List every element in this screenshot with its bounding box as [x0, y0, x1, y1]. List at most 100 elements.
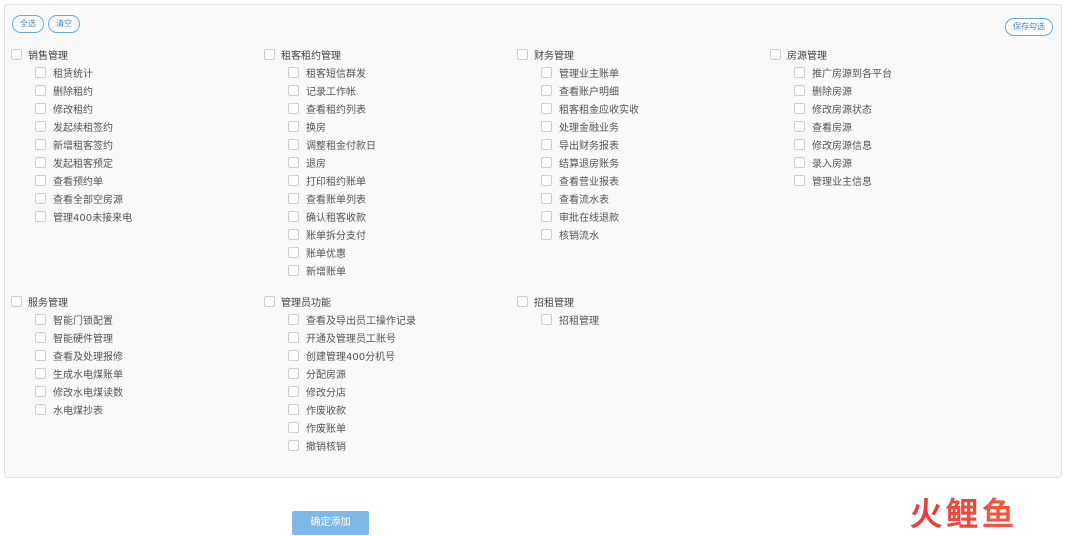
permission-checkbox[interactable]: [288, 192, 299, 204]
permission-item[interactable]: 新增租客签约: [11, 135, 132, 153]
permission-item[interactable]: 查看全部空房源: [11, 189, 132, 207]
permission-checkbox[interactable]: [541, 84, 552, 96]
permission-item[interactable]: 查看预约单: [11, 171, 132, 189]
permission-checkbox[interactable]: [288, 385, 299, 397]
confirm-add-button[interactable]: 确定添加: [292, 511, 369, 535]
permission-item[interactable]: 确认租客收款: [264, 207, 376, 225]
permission-item[interactable]: 录入房源: [770, 153, 892, 171]
permission-checkbox[interactable]: [541, 174, 552, 186]
permission-item[interactable]: 新增账单: [264, 261, 376, 279]
permission-checkbox[interactable]: [541, 210, 552, 222]
permission-checkbox[interactable]: [35, 120, 46, 132]
permission-checkbox[interactable]: [288, 367, 299, 379]
permission-checkbox[interactable]: [541, 192, 552, 204]
permission-item[interactable]: 租客短信群发: [264, 63, 376, 81]
permission-checkbox[interactable]: [35, 349, 46, 361]
group-checkbox[interactable]: [264, 295, 275, 307]
permission-checkbox[interactable]: [288, 102, 299, 114]
permission-item[interactable]: 修改房源信息: [770, 135, 892, 153]
permission-checkbox[interactable]: [288, 138, 299, 150]
permission-checkbox[interactable]: [288, 120, 299, 132]
permission-checkbox[interactable]: [794, 66, 805, 78]
permission-checkbox[interactable]: [794, 102, 805, 114]
group-checkbox[interactable]: [264, 48, 275, 60]
permission-checkbox[interactable]: [288, 421, 299, 433]
permission-item[interactable]: 打印租约账单: [264, 171, 376, 189]
permission-item[interactable]: 撤销核销: [264, 436, 416, 454]
permission-item[interactable]: 审批在线退款: [517, 207, 639, 225]
save-selection-button[interactable]: 保存勾选: [1005, 18, 1053, 36]
permission-item[interactable]: 租赁统计: [11, 63, 132, 81]
permission-item[interactable]: 查看营业报表: [517, 171, 639, 189]
group-checkbox[interactable]: [517, 295, 528, 307]
permission-checkbox[interactable]: [794, 120, 805, 132]
permission-item[interactable]: 查看及导出员工操作记录: [264, 310, 416, 328]
group-checkbox[interactable]: [517, 48, 528, 60]
permission-checkbox[interactable]: [541, 228, 552, 240]
permission-checkbox[interactable]: [288, 84, 299, 96]
permission-checkbox[interactable]: [794, 138, 805, 150]
permission-checkbox[interactable]: [288, 264, 299, 276]
permission-item[interactable]: 记录工作帐: [264, 81, 376, 99]
group-checkbox[interactable]: [11, 48, 22, 60]
permission-item[interactable]: 查看账单列表: [264, 189, 376, 207]
permission-item[interactable]: 账单拆分支付: [264, 225, 376, 243]
group-header[interactable]: 管理员功能: [264, 292, 416, 310]
permission-item[interactable]: 查看及处理报修: [11, 346, 123, 364]
permission-checkbox[interactable]: [35, 156, 46, 168]
permission-item[interactable]: 推广房源到各平台: [770, 63, 892, 81]
permission-checkbox[interactable]: [541, 313, 552, 325]
permission-item[interactable]: 查看租约列表: [264, 99, 376, 117]
permission-item[interactable]: 发起租客预定: [11, 153, 132, 171]
permission-checkbox[interactable]: [794, 84, 805, 96]
permission-checkbox[interactable]: [35, 367, 46, 379]
permission-checkbox[interactable]: [35, 102, 46, 114]
permission-item[interactable]: 招租管理: [517, 310, 599, 328]
permission-item[interactable]: 查看账户明细: [517, 81, 639, 99]
permission-checkbox[interactable]: [35, 66, 46, 78]
permission-item[interactable]: 调整租金付款日: [264, 135, 376, 153]
permission-checkbox[interactable]: [288, 349, 299, 361]
permission-item[interactable]: 修改房源状态: [770, 99, 892, 117]
permission-checkbox[interactable]: [288, 439, 299, 451]
permission-item[interactable]: 核销流水: [517, 225, 639, 243]
permission-item[interactable]: 导出财务报表: [517, 135, 639, 153]
permission-item[interactable]: 水电煤抄表: [11, 400, 123, 418]
permission-checkbox[interactable]: [541, 156, 552, 168]
permission-checkbox[interactable]: [288, 210, 299, 222]
permission-item[interactable]: 结算退房账务: [517, 153, 639, 171]
permission-item[interactable]: 生成水电煤账单: [11, 364, 123, 382]
permission-checkbox[interactable]: [35, 174, 46, 186]
permission-item[interactable]: 智能硬件管理: [11, 328, 123, 346]
permission-checkbox[interactable]: [288, 228, 299, 240]
group-header[interactable]: 服务管理: [11, 292, 123, 310]
permission-checkbox[interactable]: [288, 156, 299, 168]
permission-checkbox[interactable]: [35, 331, 46, 343]
permission-item[interactable]: 发起续租签约: [11, 117, 132, 135]
permission-item[interactable]: 修改租约: [11, 99, 132, 117]
group-header[interactable]: 招租管理: [517, 292, 599, 310]
permission-checkbox[interactable]: [35, 313, 46, 325]
group-header[interactable]: 销售管理: [11, 45, 132, 63]
permission-item[interactable]: 处理金融业务: [517, 117, 639, 135]
permission-checkbox[interactable]: [35, 385, 46, 397]
permission-item[interactable]: 账单优惠: [264, 243, 376, 261]
permission-checkbox[interactable]: [541, 66, 552, 78]
permission-item[interactable]: 换房: [264, 117, 376, 135]
permission-item[interactable]: 退房: [264, 153, 376, 171]
clear-button[interactable]: 清空: [48, 15, 80, 33]
permission-checkbox[interactable]: [288, 174, 299, 186]
permission-checkbox[interactable]: [794, 174, 805, 186]
permission-checkbox[interactable]: [288, 66, 299, 78]
permission-item[interactable]: 管理业主信息: [770, 171, 892, 189]
group-checkbox[interactable]: [770, 48, 781, 60]
group-checkbox[interactable]: [11, 295, 22, 307]
permission-checkbox[interactable]: [35, 210, 46, 222]
permission-checkbox[interactable]: [35, 138, 46, 150]
permission-item[interactable]: 修改水电煤读数: [11, 382, 123, 400]
permission-checkbox[interactable]: [794, 156, 805, 168]
permission-checkbox[interactable]: [35, 403, 46, 415]
permission-item[interactable]: 删除租约: [11, 81, 132, 99]
permission-checkbox[interactable]: [541, 120, 552, 132]
group-header[interactable]: 房源管理: [770, 45, 892, 63]
